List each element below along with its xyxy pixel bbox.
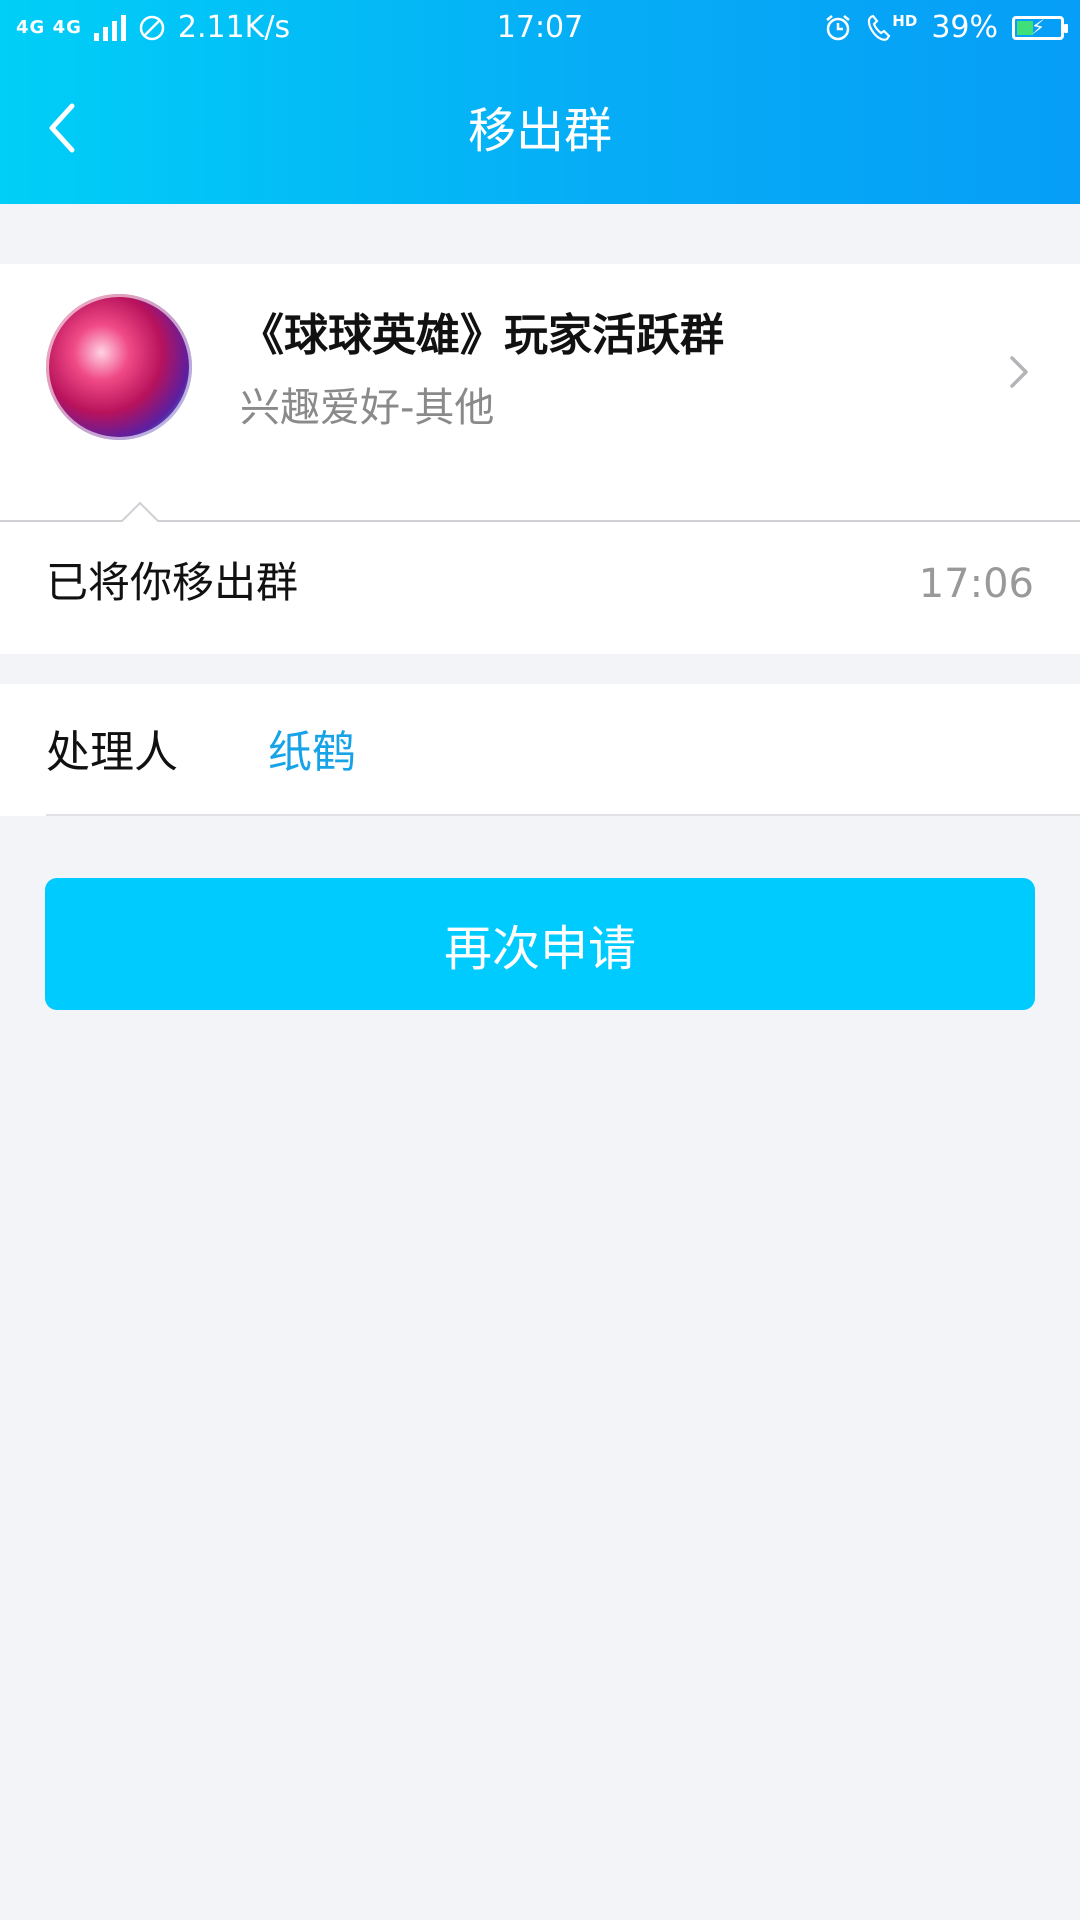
row-divider: [46, 814, 1080, 816]
handler-name-link[interactable]: 纸鹤: [268, 724, 356, 782]
group-name: 《球球英雄》玩家活跃群: [240, 310, 724, 361]
battery-charging-icon: ⚡: [1012, 15, 1068, 40]
notice-time: 17:06: [918, 561, 1034, 607]
removal-notice: 已将你移出群: [46, 558, 299, 607]
group-avatar[interactable]: [46, 294, 192, 440]
app-header: 4G 4G 2.11K/s 17:07 HD 39% ⚡ 移出群: [0, 0, 1080, 204]
card-divider: [0, 501, 1080, 522]
page-title: 移出群: [467, 103, 612, 159]
status-bar: 4G 4G 2.11K/s 17:07 HD 39% ⚡: [0, 0, 1080, 60]
hd-badge: HD: [892, 11, 918, 30]
alarm-icon: [826, 14, 851, 40]
group-card[interactable]: 《球球英雄》玩家活跃群 兴趣爱好-其他 已将你移出群 17:06: [0, 264, 1080, 654]
handler-label: 处理人: [46, 727, 178, 778]
chevron-right-icon: [1010, 356, 1028, 388]
status-right: HD 39% ⚡: [824, 10, 1068, 45]
battery-percent: 39%: [931, 10, 998, 45]
reapply-button[interactable]: 再次申请: [45, 878, 1035, 1010]
hd-call-icon: HD: [866, 13, 917, 43]
group-category: 兴趣爱好-其他: [240, 385, 495, 431]
handler-row: 处理人 纸鹤: [0, 684, 1080, 816]
